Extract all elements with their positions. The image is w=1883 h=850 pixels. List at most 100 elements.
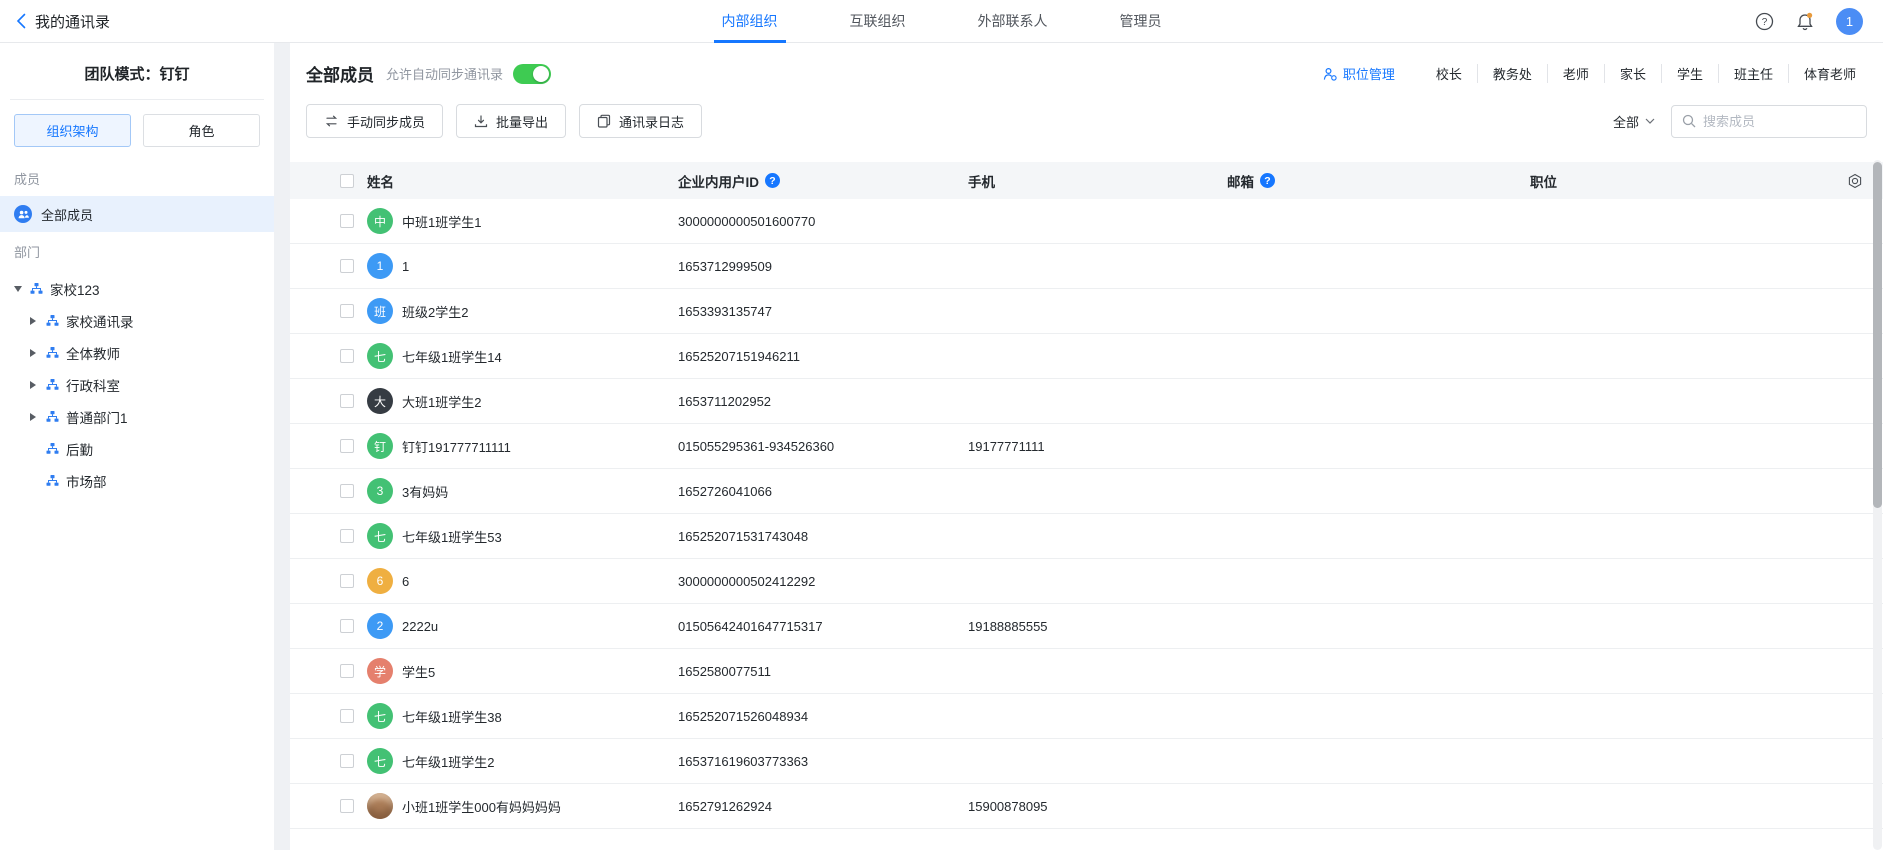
position-tag[interactable]: 老师 [1547, 64, 1604, 83]
member-row[interactable]: 小班1班学生000有妈妈妈妈165279126292415900878095 [290, 784, 1883, 829]
member-row[interactable]: 七七年级1班学生1416525207151946211 [290, 334, 1883, 379]
member-row[interactable]: 22222u0150564240164771531719188885555 [290, 604, 1883, 649]
sidebar-tree-item[interactable]: 全体教师 [0, 337, 274, 369]
member-row[interactable]: 中中班1班学生13000000000501600770 [290, 199, 1883, 244]
member-phone: 15900878095 [968, 799, 1227, 814]
section-title: 全部成员 [306, 61, 374, 86]
member-row[interactable]: 大大班1班学生21653711202952 [290, 379, 1883, 424]
member-name: 七年级1班学生53 [402, 527, 502, 546]
member-avatar: 6 [367, 568, 393, 594]
table-body: 中中班1班学生13000000000501600770 11 16537129995… [290, 199, 1883, 829]
member-user-id: 1652580077511 [678, 664, 968, 679]
departments-section-label: 部门 [0, 232, 274, 269]
member-user-id: 1652791262924 [678, 799, 968, 814]
select-all-checkbox[interactable] [340, 174, 354, 188]
member-name: 七年级1班学生14 [402, 347, 502, 366]
department-icon [30, 283, 43, 295]
member-user-id: 1652726041066 [678, 484, 968, 499]
member-user-id: 165252071531743048 [678, 529, 968, 544]
sidebar-tree-item[interactable]: 家校123 [0, 273, 274, 305]
position-manage-label: 职位管理 [1343, 64, 1395, 83]
position-tag[interactable]: 学生 [1661, 64, 1718, 83]
position-tag[interactable]: 体育老师 [1788, 64, 1871, 83]
member-user-id: 1653712999509 [678, 259, 968, 274]
expand-right-icon[interactable] [30, 381, 46, 389]
user-avatar[interactable]: 1 [1836, 8, 1863, 35]
view-switch-button[interactable]: 角色 [143, 114, 260, 147]
row-checkbox[interactable] [340, 799, 354, 813]
member-avatar: 1 [367, 253, 393, 279]
manual-sync-button[interactable]: 手动同步成员 [306, 104, 443, 138]
position-tag[interactable]: 教务处 [1477, 64, 1547, 83]
expand-down-icon[interactable] [14, 286, 30, 292]
column-settings-icon[interactable] [1847, 173, 1863, 189]
row-checkbox[interactable] [340, 484, 354, 498]
toggle-knob [533, 66, 549, 82]
member-row[interactable]: 663000000000502412292 [290, 559, 1883, 604]
row-checkbox[interactable] [340, 259, 354, 273]
view-switch-button[interactable]: 组织架构 [14, 114, 131, 147]
download-icon [474, 115, 488, 128]
member-row[interactable]: 七七年级1班学生2165371619603773363 [290, 739, 1883, 784]
help-badge-icon[interactable]: ? [1260, 173, 1275, 188]
position-tag[interactable]: 校长 [1421, 64, 1477, 83]
member-row[interactable]: 钉钉钉191777711111015055295361-934526360191… [290, 424, 1883, 469]
position-manage-link[interactable]: 职位管理 [1323, 64, 1395, 83]
help-badge-icon[interactable]: ? [765, 173, 780, 188]
sync-arrows-icon [324, 115, 339, 127]
member-user-id: 165371619603773363 [678, 754, 968, 769]
header-right: 职位管理 校长教务处老师家长学生班主任体育老师 [1323, 64, 1871, 83]
member-row[interactable]: 33有妈妈1652726041066 [290, 469, 1883, 514]
batch-export-button[interactable]: 批量导出 [456, 104, 566, 138]
member-row[interactable]: 七七年级1班学生38165252071526048934 [290, 694, 1883, 739]
topbar-tab[interactable]: 管理员 [1120, 0, 1162, 42]
member-avatar: 中 [367, 208, 393, 234]
search-input[interactable] [1703, 114, 1856, 129]
back-button[interactable]: 我的通讯录 [0, 11, 110, 32]
member-name: 1 [402, 259, 409, 274]
topbar-tab[interactable]: 外部联系人 [978, 0, 1048, 42]
topbar-tab[interactable]: 互联组织 [850, 0, 906, 42]
contact-log-button[interactable]: 通讯录日志 [579, 104, 702, 138]
scrollbar-thumb[interactable] [1873, 162, 1882, 508]
topbar-tab[interactable]: 内部组织 [722, 0, 778, 42]
row-checkbox[interactable] [340, 619, 354, 633]
row-checkbox[interactable] [340, 664, 354, 678]
sidebar-tree-item[interactable]: 普通部门1 [0, 401, 274, 433]
row-checkbox[interactable] [340, 304, 354, 318]
member-avatar: 七 [367, 523, 393, 549]
sidebar-tree-item[interactable]: 行政科室 [0, 369, 274, 401]
auto-sync-toggle[interactable] [513, 64, 551, 84]
position-tag[interactable]: 班主任 [1718, 64, 1788, 83]
expand-right-icon[interactable] [30, 413, 46, 421]
expand-right-icon[interactable] [30, 317, 46, 325]
member-user-id: 3000000000502412292 [678, 574, 968, 589]
expand-right-icon[interactable] [30, 349, 46, 357]
row-checkbox[interactable] [340, 754, 354, 768]
row-checkbox[interactable] [340, 439, 354, 453]
position-tags: 校长教务处老师家长学生班主任体育老师 [1421, 64, 1871, 83]
row-checkbox[interactable] [340, 214, 354, 228]
sidebar-tree-item[interactable]: 家校通讯录 [0, 305, 274, 337]
row-checkbox[interactable] [340, 574, 354, 588]
member-row[interactable]: 班班级2学生21653393135747 [290, 289, 1883, 334]
scope-filter-dropdown[interactable]: 全部 [1613, 112, 1655, 131]
member-row[interactable]: 11 1653712999509 [290, 244, 1883, 289]
department-label: 全体教师 [66, 343, 120, 363]
row-checkbox[interactable] [340, 709, 354, 723]
sidebar-item-all-members[interactable]: 全部成员 [0, 196, 274, 232]
department-label: 行政科室 [66, 375, 120, 395]
bell-icon[interactable] [1796, 12, 1814, 31]
member-row[interactable]: 学学生51652580077511 [290, 649, 1883, 694]
sidebar-tree-item[interactable]: 后勤 [0, 433, 274, 465]
help-icon[interactable]: ? [1755, 12, 1774, 31]
member-row[interactable]: 七七年级1班学生53 165252071531743048 [290, 514, 1883, 559]
row-checkbox[interactable] [340, 349, 354, 363]
row-checkbox[interactable] [340, 529, 354, 543]
department-label: 家校通讯录 [66, 311, 134, 331]
position-tag[interactable]: 家长 [1604, 64, 1661, 83]
row-checkbox[interactable] [340, 394, 354, 408]
sidebar-tree-item[interactable]: 市场部 [0, 465, 274, 497]
main-panel: 全部成员 允许自动同步通讯录 职位管理 校长教务处老师家长学生班主任体育老师 [290, 43, 1883, 850]
member-phone: 19188885555 [968, 619, 1227, 634]
